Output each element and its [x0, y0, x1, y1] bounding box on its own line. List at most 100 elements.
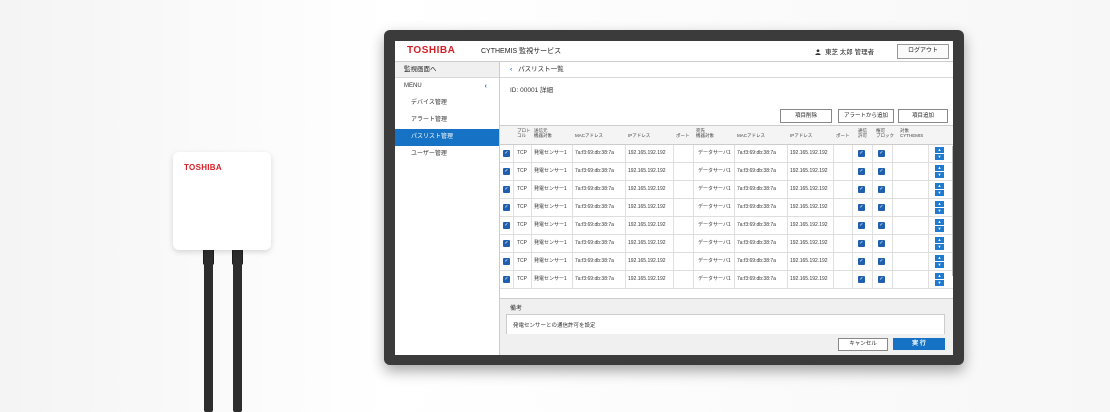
cancel-button[interactable]: キャンセル	[838, 338, 888, 351]
block-checkbox-icon[interactable]: ✓	[878, 240, 885, 247]
block-checkbox-icon[interactable]: ✓	[878, 186, 885, 193]
cell-dst-target: データサーバ1	[698, 150, 731, 156]
monitor-link[interactable]: 監視画面へ	[395, 62, 499, 78]
page-title[interactable]: パスリスト一覧	[518, 66, 564, 73]
chevron-left-icon[interactable]: ‹	[510, 66, 512, 73]
allow-checkbox-icon[interactable]: ✓	[858, 276, 865, 283]
move-down-icon[interactable]: ▼	[935, 154, 944, 160]
move-up-icon[interactable]: ▲	[935, 255, 944, 261]
cell-divider	[787, 181, 788, 198]
table-row[interactable]: ✓ TCP 発電センサー1 7a:f3:69:db:38:7a 192.165.192.…	[500, 145, 953, 163]
cell-ip-dst: 192.165.192.192	[790, 240, 828, 246]
allow-checkbox-icon[interactable]: ✓	[858, 240, 865, 247]
block-checkbox-icon[interactable]: ✓	[878, 150, 885, 157]
cell-divider	[892, 163, 893, 180]
move-down-icon[interactable]: ▼	[935, 172, 944, 178]
allow-checkbox-icon[interactable]: ✓	[858, 204, 865, 211]
cell-divider	[787, 217, 788, 234]
cell-src-target: 発電センサー1	[534, 240, 567, 246]
cell-mac-dst: 7a:f3:69:db:38:7a	[737, 222, 776, 228]
move-up-icon[interactable]: ▲	[935, 183, 944, 189]
move-down-icon[interactable]: ▼	[935, 190, 944, 196]
delete-item-button[interactable]: 項目削除	[780, 109, 832, 123]
allow-checkbox-icon[interactable]: ✓	[858, 186, 865, 193]
cell-divider	[531, 253, 532, 270]
sidebar-item-device[interactable]: デバイス管理	[395, 95, 499, 112]
block-checkbox-icon[interactable]: ✓	[878, 204, 885, 211]
move-down-icon[interactable]: ▼	[935, 244, 944, 250]
execute-button[interactable]: 実 行	[893, 338, 945, 350]
move-up-down-icon[interactable]: ▲ ▼	[935, 201, 944, 214]
table-row[interactable]: ✓ TCP 発電センサー1 7a:f3:69:db:38:7a 192.165.192.…	[500, 181, 953, 199]
main-panel: ‹ パスリスト一覧 ID: 00001 詳細 項目削除 アラートから追加 項目追加…	[500, 62, 953, 355]
allow-checkbox-icon[interactable]: ✓	[858, 168, 865, 175]
checkbox-checked-icon[interactable]: ✓	[503, 222, 510, 229]
app-screen: TOSHIBA CYTHEMIS 監視サービス 東芝 太郎 管理者 ログアウト …	[395, 41, 953, 355]
allow-checkbox-icon[interactable]: ✓	[858, 150, 865, 157]
move-up-down-icon[interactable]: ▲ ▼	[935, 255, 944, 268]
allow-checkbox-icon[interactable]: ✓	[858, 258, 865, 265]
cell-dst-target: データサーバ1	[698, 222, 731, 228]
cell-divider	[734, 271, 735, 288]
cell-src-target: 発電センサー1	[534, 222, 567, 228]
move-down-icon[interactable]: ▼	[935, 226, 944, 232]
move-up-icon[interactable]: ▲	[935, 237, 944, 243]
move-down-icon[interactable]: ▼	[935, 280, 944, 286]
device-logo: TOSHIBA	[184, 163, 222, 172]
checkbox-checked-icon[interactable]: ✓	[503, 276, 510, 283]
table-body: ✓ TCP 発電センサー1 7a:f3:69:db:38:7a 192.165.192.…	[500, 145, 953, 289]
cell-divider	[872, 163, 873, 180]
checkbox-checked-icon[interactable]: ✓	[503, 240, 510, 247]
chevron-left-icon[interactable]: ‹	[485, 78, 487, 95]
checkbox-checked-icon[interactable]: ✓	[503, 150, 510, 157]
move-up-down-icon[interactable]: ▲ ▼	[935, 147, 944, 160]
logout-button[interactable]: ログアウト	[897, 44, 949, 59]
move-up-icon[interactable]: ▲	[935, 147, 944, 153]
menu-header: MENU ‹	[395, 78, 499, 95]
checkbox-checked-icon[interactable]: ✓	[503, 168, 510, 175]
checkbox-checked-icon[interactable]: ✓	[503, 258, 510, 265]
move-up-icon[interactable]: ▲	[935, 165, 944, 171]
sidebar-item-user[interactable]: ユーザー管理	[395, 146, 499, 163]
cell-divider	[787, 163, 788, 180]
move-up-icon[interactable]: ▲	[935, 201, 944, 207]
move-up-down-icon[interactable]: ▲ ▼	[935, 237, 944, 250]
cell-ip-dst: 192.165.192.192	[790, 276, 828, 282]
app-title: CYTHEMIS 監視サービス	[481, 48, 562, 55]
checkbox-checked-icon[interactable]: ✓	[503, 204, 510, 211]
move-up-icon[interactable]: ▲	[935, 273, 944, 279]
allow-checkbox-icon[interactable]: ✓	[858, 222, 865, 229]
move-down-icon[interactable]: ▼	[935, 262, 944, 268]
table-scrollbar[interactable]	[952, 146, 953, 276]
table-row[interactable]: ✓ TCP 発電センサー1 7a:f3:69:db:38:7a 192.165.192.…	[500, 163, 953, 181]
table-row[interactable]: ✓ TCP 発電センサー1 7a:f3:69:db:38:7a 192.165.192.…	[500, 253, 953, 271]
block-checkbox-icon[interactable]: ✓	[878, 276, 885, 283]
checkbox-checked-icon[interactable]: ✓	[503, 186, 510, 193]
move-up-down-icon[interactable]: ▲ ▼	[935, 273, 944, 286]
col-block: 権可 ブロック	[876, 128, 894, 138]
block-checkbox-icon[interactable]: ✓	[878, 258, 885, 265]
cell-divider	[625, 199, 626, 216]
move-up-down-icon[interactable]: ▲ ▼	[935, 165, 944, 178]
block-checkbox-icon[interactable]: ✓	[878, 168, 885, 175]
cell-divider	[513, 235, 514, 252]
add-item-button[interactable]: 項目追加	[898, 109, 948, 123]
block-checkbox-icon[interactable]: ✓	[878, 222, 885, 229]
add-from-alert-button[interactable]: アラートから追加	[838, 109, 894, 123]
cell-dst-target: データサーバ1	[698, 258, 731, 264]
cell-divider	[734, 217, 735, 234]
table-row[interactable]: ✓ TCP 発電センサー1 7a:f3:69:db:38:7a 192.165.192.…	[500, 199, 953, 217]
move-up-down-icon[interactable]: ▲ ▼	[935, 183, 944, 196]
table-row[interactable]: ✓ TCP 発電センサー1 7a:f3:69:db:38:7a 192.165.192.…	[500, 271, 953, 289]
sidebar-item-passlist[interactable]: パスリスト管理	[395, 129, 499, 146]
move-up-icon[interactable]: ▲	[935, 219, 944, 225]
menu-label: MENU	[404, 83, 422, 89]
move-up-down-icon[interactable]: ▲ ▼	[935, 219, 944, 232]
cell-divider	[513, 217, 514, 234]
table-row[interactable]: ✓ TCP 発電センサー1 7a:f3:69:db:38:7a 192.165.192.…	[500, 235, 953, 253]
sidebar-item-alert[interactable]: アラート管理	[395, 112, 499, 129]
move-down-icon[interactable]: ▼	[935, 208, 944, 214]
cell-divider	[892, 253, 893, 270]
table-row[interactable]: ✓ TCP 発電センサー1 7a:f3:69:db:38:7a 192.165.192.…	[500, 217, 953, 235]
cell-divider	[787, 199, 788, 216]
